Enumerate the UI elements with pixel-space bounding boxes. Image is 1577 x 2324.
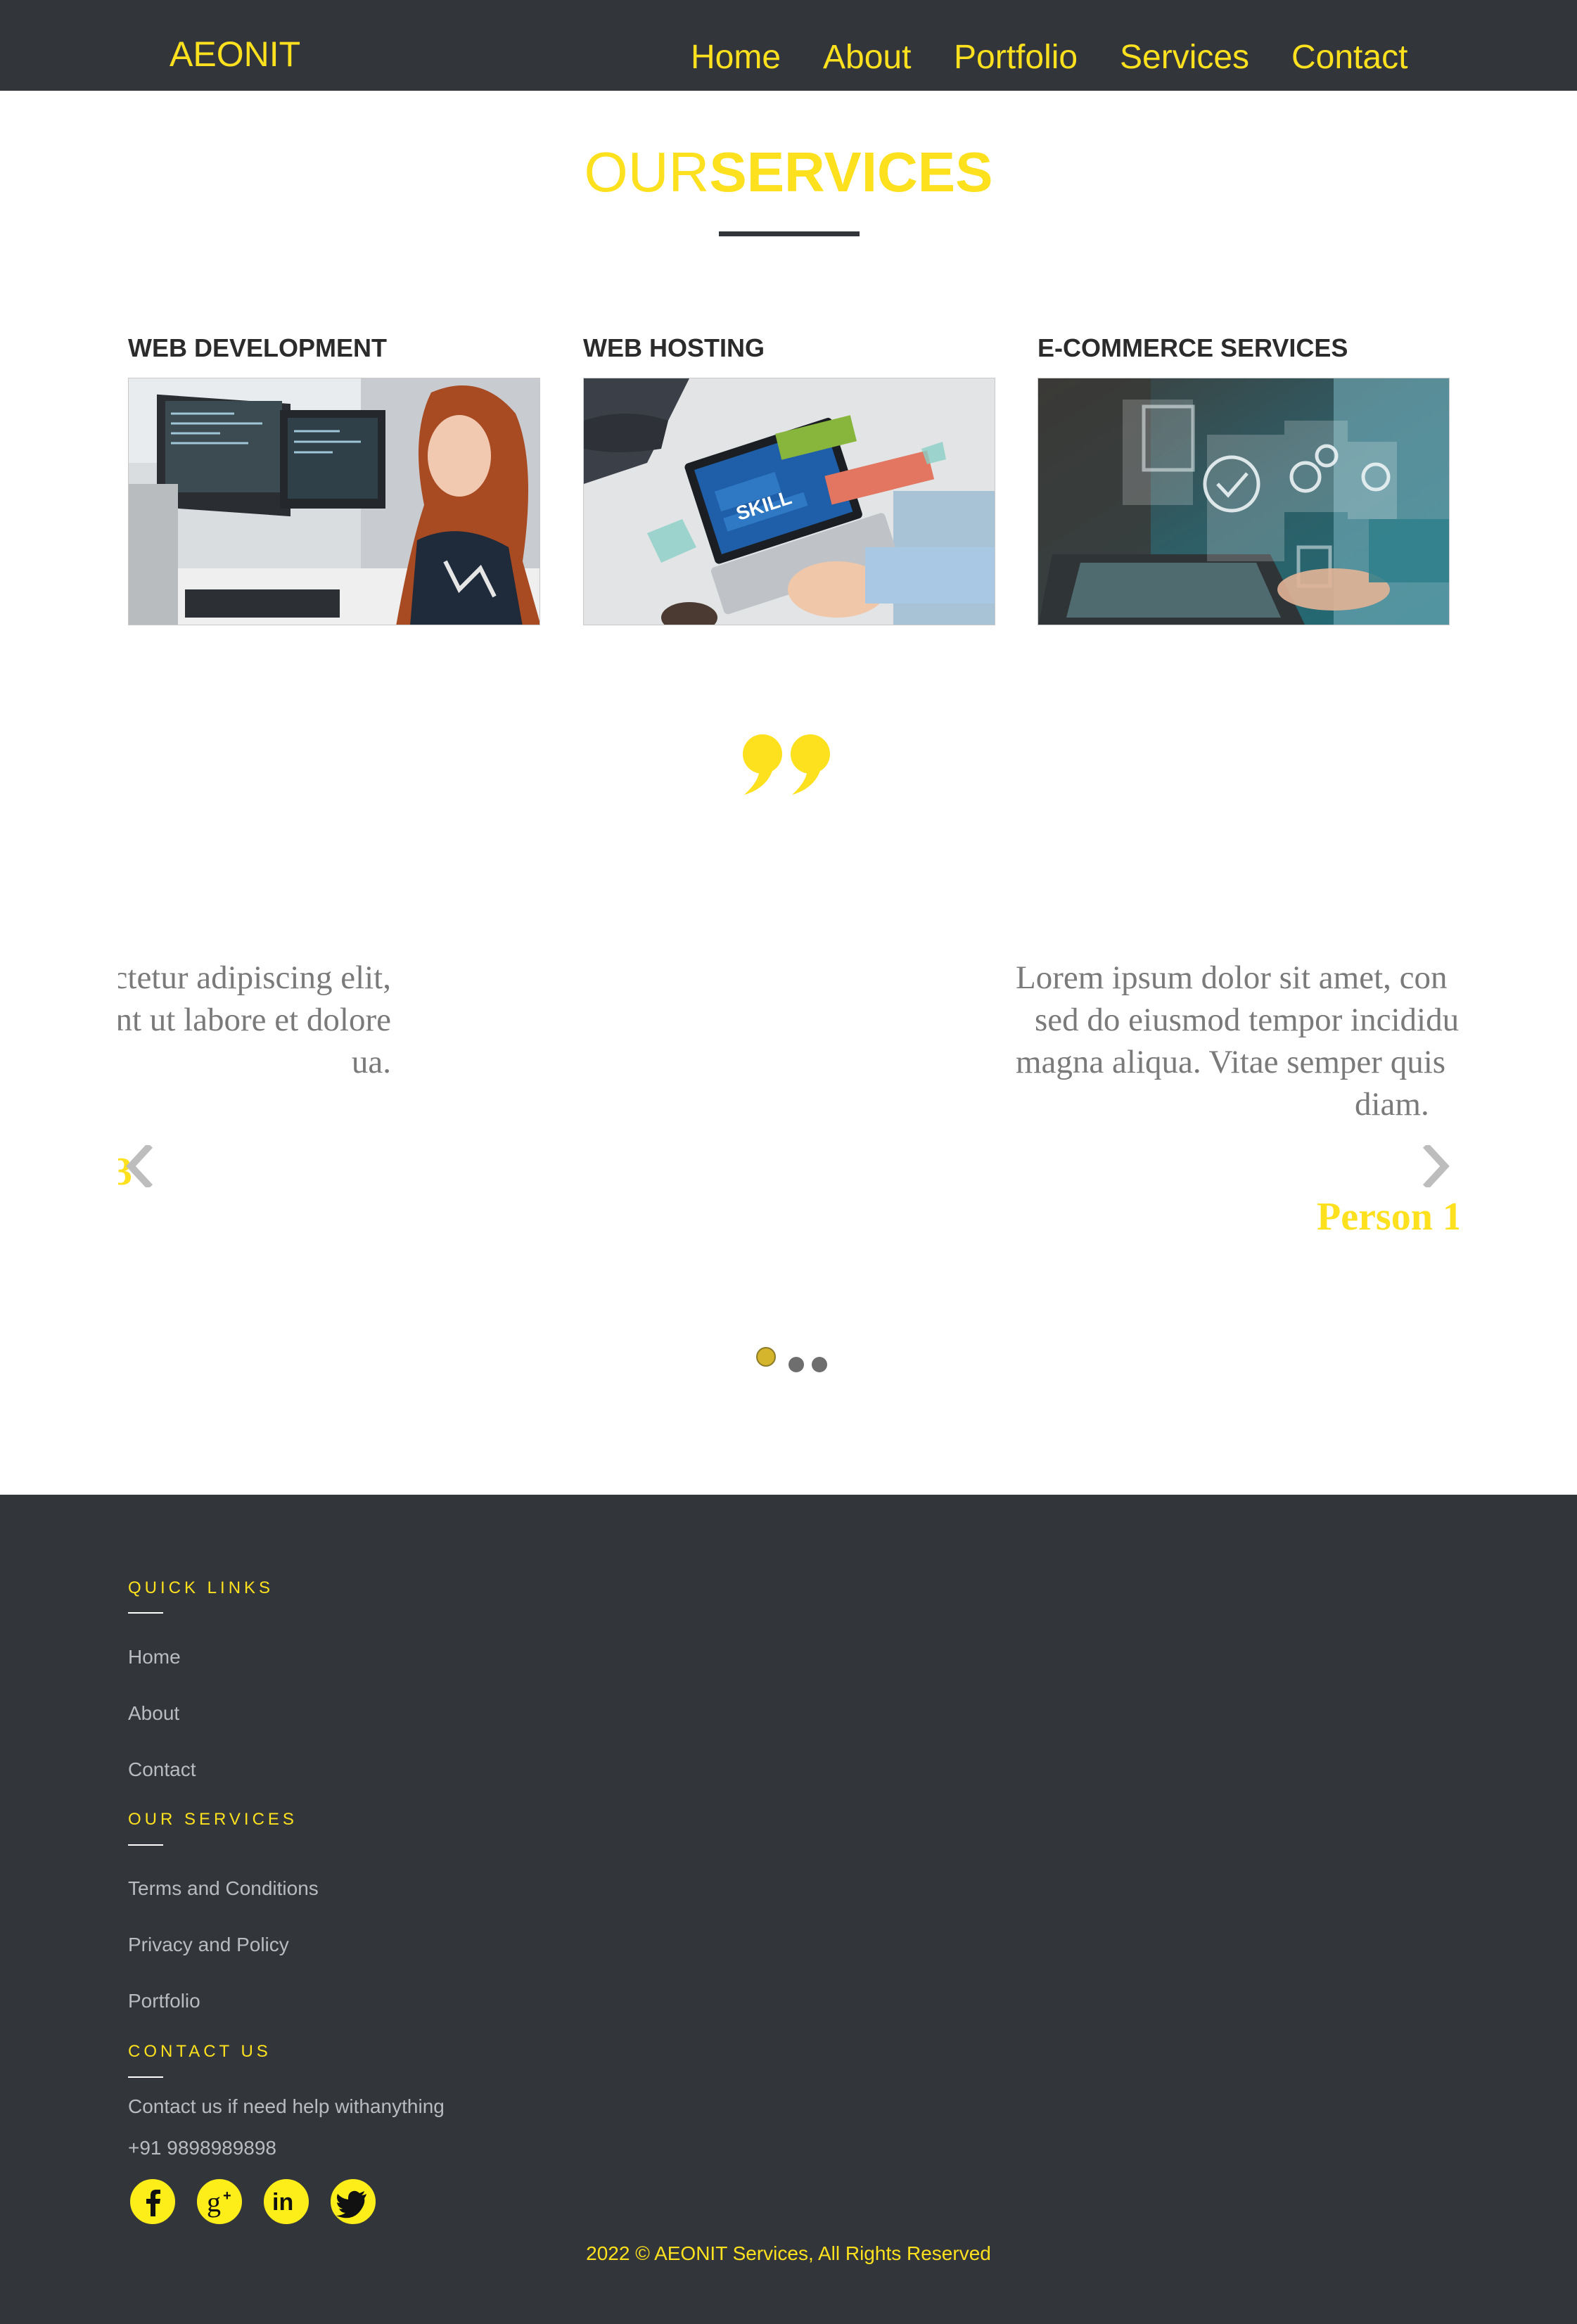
footer-contact-text: Contact us if need help withanything <box>128 2095 445 2117</box>
nav-about[interactable]: About <box>823 41 911 75</box>
testimonial-slide-next: Lorem ipsum dolor sit amet, con sed do e… <box>1016 943 1459 1252</box>
facebook-icon <box>129 2178 177 2226</box>
navbar: AEONIT Home About Portfolio Services Con… <box>0 0 1577 91</box>
testimonial-author: Person 1 <box>1317 1195 1459 1239</box>
service-card-title-web-development: WEB DEVELOPMENT <box>128 333 388 362</box>
services-heading-light: OUR <box>584 141 710 203</box>
footer-link-contact[interactable]: Contact <box>128 1760 196 1780</box>
linkedin-icon: in <box>262 2178 310 2226</box>
footer-quick-links-heading: QUICK LINKS <box>128 1578 274 1597</box>
footer-link-portfolio[interactable]: Portfolio <box>128 1991 200 2011</box>
testimonial-line: Lorem ipsum dolor sit amet, con <box>1016 959 1448 996</box>
twitter-icon <box>329 2178 377 2226</box>
testimonial-line: magna aliqua. Vitae semper quis <box>1016 1044 1446 1080</box>
twitter-link[interactable] <box>328 2177 378 2226</box>
footer-divider <box>128 2076 163 2078</box>
footer-phone: +91 9898989898 <box>128 2137 276 2159</box>
testimonial-line: diam. <box>1355 1086 1429 1123</box>
carousel-dot-2[interactable] <box>788 1357 804 1372</box>
chevron-right-icon <box>1422 1142 1450 1190</box>
footer-divider <box>128 1612 163 1614</box>
service-image-web-hosting: SKILL <box>583 378 995 625</box>
footer-contact-heading: CONTACT US <box>128 2042 272 2061</box>
carousel-next-button[interactable] <box>1422 1142 1450 1190</box>
nav-home[interactable]: Home <box>691 41 781 75</box>
service-card-title-ecommerce-services: E-COMMERCE SERVICES <box>1038 333 1348 362</box>
facebook-link[interactable] <box>128 2177 177 2226</box>
footer-link-terms[interactable]: Terms and Conditions <box>128 1879 319 1898</box>
carousel-prev-button[interactable] <box>125 1142 153 1190</box>
testimonial-line: ua. <box>351 1044 391 1080</box>
copyright: 2022 © AEONIT Services, All Rights Reser… <box>586 2242 991 2264</box>
footer-our-services-heading: OUR SERVICES <box>128 1810 298 1829</box>
svg-text:in: in <box>272 2189 293 2216</box>
svg-text:g: g <box>207 2186 221 2218</box>
carousel-dot-3[interactable] <box>812 1357 827 1372</box>
footer-link-about[interactable]: About <box>128 1704 179 1723</box>
nav-portfolio[interactable]: Portfolio <box>954 41 1078 75</box>
nav-contact[interactable]: Contact <box>1291 41 1407 75</box>
brand-logo[interactable]: AEONIT <box>170 37 300 72</box>
heading-underline <box>719 231 860 236</box>
google-plus-icon: g + <box>196 2178 243 2226</box>
carousel-dot-1[interactable] <box>756 1347 776 1367</box>
svg-text:+: + <box>223 2188 231 2204</box>
testimonial-line: sed do eiusmod tempor incididu <box>1035 1002 1459 1038</box>
service-image-web-development <box>128 378 540 625</box>
footer-link-privacy[interactable]: Privacy and Policy <box>128 1935 289 1955</box>
chevron-left-icon <box>126 1142 153 1190</box>
services-heading: OURSERVICES <box>0 144 1577 200</box>
testimonial-line: unt ut labore et dolore <box>118 1002 391 1038</box>
testimonial-carousel: sectetur adipiscing elit, unt ut labore … <box>118 943 1459 1252</box>
service-image-ecommerce-services <box>1038 378 1450 625</box>
services-heading-bold: SERVICES <box>709 141 993 203</box>
nav-services[interactable]: Services <box>1120 41 1249 75</box>
service-card-title-web-hosting: WEB HOSTING <box>583 333 765 362</box>
quote-icon <box>740 732 838 795</box>
linkedin-link[interactable]: in <box>262 2177 311 2226</box>
google-plus-link[interactable]: g + <box>195 2177 244 2226</box>
testimonial-line: sectetur adipiscing elit, <box>118 959 391 996</box>
footer-link-home[interactable]: Home <box>128 1647 181 1667</box>
footer-divider <box>128 1844 163 1846</box>
